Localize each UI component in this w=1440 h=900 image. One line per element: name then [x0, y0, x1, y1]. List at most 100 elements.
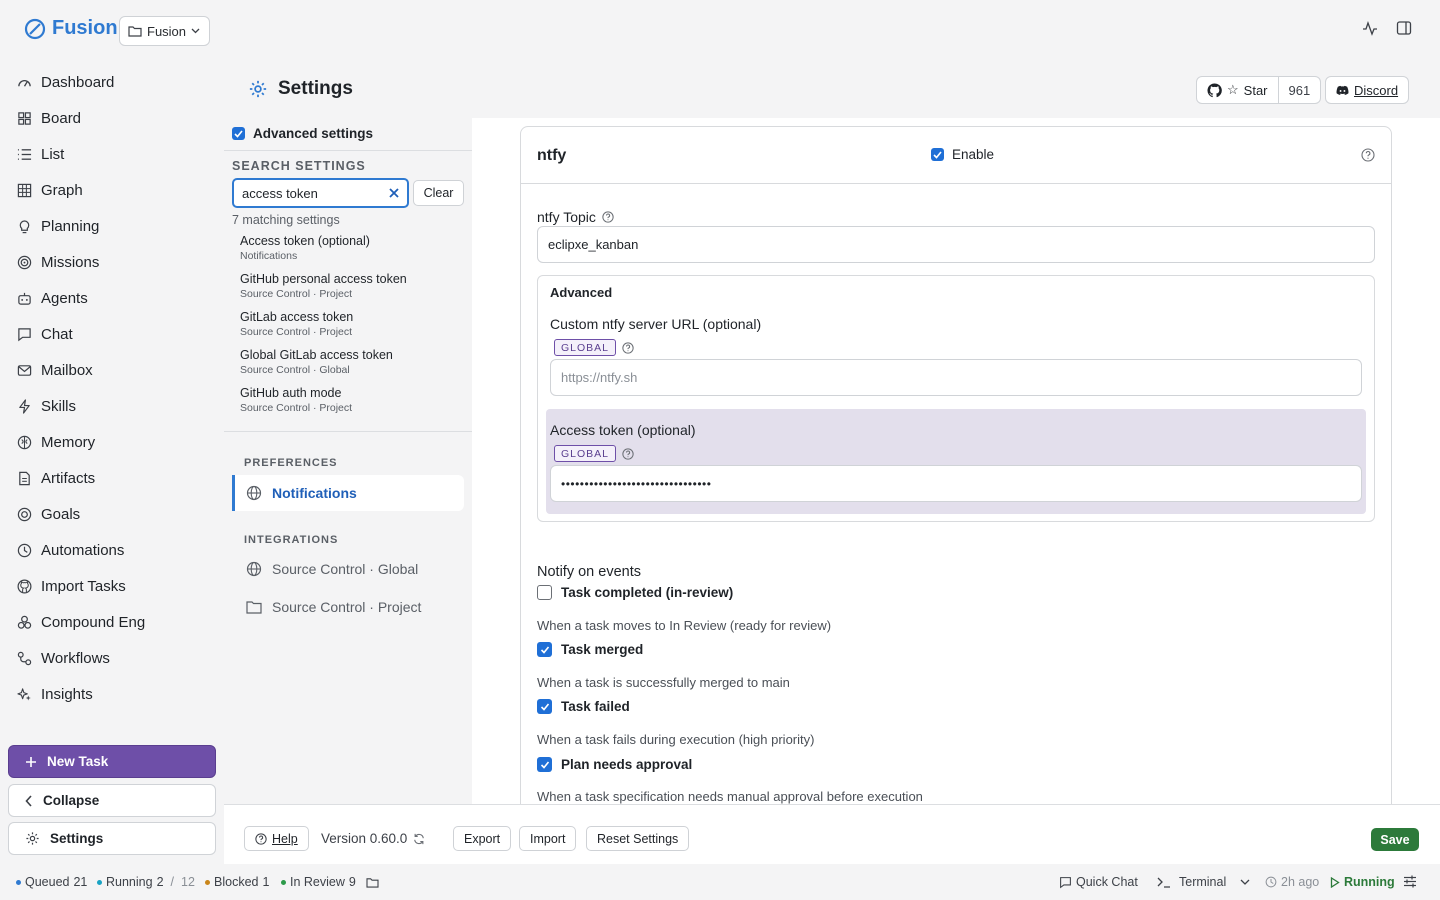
status-queued[interactable]: Queued 21	[16, 875, 87, 889]
nav-item-agents[interactable]: Agents	[16, 280, 206, 316]
status-blocked[interactable]: Blocked 1	[205, 875, 269, 889]
main-area: Settings ☆ Star 961 Discord Advanced set…	[224, 64, 1440, 864]
nav-item-dashboard[interactable]: Dashboard	[16, 64, 206, 100]
settings-nav-notifications[interactable]: Notifications	[232, 475, 464, 511]
nav-item-chat[interactable]: Chat	[16, 316, 206, 352]
settings-nav-source-control-global[interactable]: Source Control · Global	[232, 551, 464, 587]
refresh-icon[interactable]	[413, 833, 425, 845]
graph-icon	[16, 182, 32, 198]
running-label: Running	[106, 875, 153, 889]
search-settings-heading: SEARCH SETTINGS	[232, 159, 366, 173]
help-circle-icon[interactable]	[602, 211, 614, 223]
gear-icon	[248, 79, 268, 99]
settings-content: ntfy Enable ntfy Topic eclipxe_kanban Ad…	[472, 118, 1440, 804]
search-result-item[interactable]: GitHub personal access token Source Contr…	[240, 272, 407, 310]
discord-link[interactable]: Discord	[1325, 76, 1410, 104]
nav-item-artifacts[interactable]: Artifacts	[16, 460, 206, 496]
star-glyph-icon: ☆	[1227, 82, 1239, 97]
save-button[interactable]: Save	[1371, 828, 1419, 851]
event-task-completed[interactable]: Task completed (in-review)	[537, 585, 733, 600]
checkbox-checked-icon[interactable]	[232, 127, 245, 140]
topic-input[interactable]: eclipxe_kanban	[537, 226, 1375, 263]
checkbox-checked-icon[interactable]	[537, 642, 552, 657]
nav-item-board[interactable]: Board	[16, 100, 206, 136]
event-task-failed[interactable]: Task failed	[537, 699, 630, 714]
nav-item-automations[interactable]: Automations	[16, 532, 206, 568]
status-bar: Queued 21 Running 2 / 12 Blocked 1 In Re…	[0, 864, 1440, 900]
search-result-item[interactable]: GitLab access token Source Control · Proj…	[240, 310, 407, 348]
access-token-input[interactable]: ••••••••••••••••••••••••••••••••	[550, 465, 1362, 502]
checkbox-unchecked-icon[interactable]	[537, 585, 552, 600]
nav-item-graph[interactable]: Graph	[16, 172, 206, 208]
project-selector[interactable]: Fusion	[119, 16, 210, 46]
terminal-icon	[1157, 876, 1171, 888]
global-badge: GLOBAL	[554, 339, 617, 356]
github-star-part[interactable]: ☆ Star	[1197, 77, 1279, 103]
queued-count: 21	[73, 875, 88, 889]
nav-item-compound-eng[interactable]: Compound Eng	[16, 604, 206, 640]
status-in-review[interactable]: In Review 9	[281, 875, 379, 889]
zap-icon	[16, 398, 32, 414]
queued-label: Queued	[25, 875, 70, 889]
status-running[interactable]: Running 2 / 12	[97, 875, 195, 889]
new-task-button[interactable]: New Task	[8, 745, 216, 778]
nav-item-workflows[interactable]: Workflows	[16, 640, 206, 676]
quick-chat-button[interactable]: Quick Chat	[1059, 875, 1138, 889]
help-circle-icon[interactable]	[1361, 148, 1375, 162]
event-task-merged[interactable]: Task merged	[537, 642, 643, 657]
nav-item-goals[interactable]: Goals	[16, 496, 206, 532]
advanced-settings-toggle[interactable]: Advanced settings	[232, 126, 373, 141]
checkbox-checked-icon[interactable]	[537, 757, 552, 772]
settings-footer: Help Version 0.60.0 Export Import Reset …	[224, 804, 1440, 864]
checkbox-checked-icon[interactable]	[537, 699, 552, 714]
search-result-item[interactable]: GitHub auth mode Source Control · Project	[240, 386, 407, 424]
last-update-text: 2h ago	[1281, 875, 1320, 889]
nav-item-insights[interactable]: Insights	[16, 676, 206, 712]
search-input[interactable]: access token	[232, 178, 409, 208]
terminal-button[interactable]: Terminal	[1157, 875, 1250, 889]
search-result-item[interactable]: Access token (optional) Notifications	[240, 234, 407, 272]
settings-sidebar: Advanced settings SEARCH SETTINGS access…	[224, 118, 472, 804]
nav-item-skills[interactable]: Skills	[16, 388, 206, 424]
chevron-down-icon[interactable]	[1240, 879, 1250, 885]
checkbox-checked-icon[interactable]	[931, 148, 944, 161]
nav-item-memory[interactable]: Memory	[16, 424, 206, 460]
nav-item-list[interactable]: List	[16, 136, 206, 172]
server-url-placeholder[interactable]: https://ntfy.sh	[561, 370, 637, 385]
highlighted-access-token-setting: Access token (optional) GLOBAL •••••••••…	[546, 409, 1366, 514]
event-label: Task failed	[561, 699, 630, 714]
sidebar-toggle-icon[interactable]	[1396, 20, 1412, 36]
import-button[interactable]: Import	[519, 826, 577, 851]
settings-nav-source-control-project[interactable]: Source Control · Project	[232, 589, 464, 625]
access-token-value[interactable]: ••••••••••••••••••••••••••••••••	[561, 477, 711, 491]
help-button[interactable]: Help	[244, 826, 309, 851]
github-star-button[interactable]: ☆ Star 961	[1196, 76, 1322, 104]
folder-icon[interactable]	[366, 877, 379, 888]
help-circle-icon[interactable]	[622, 447, 634, 460]
nav-item-planning[interactable]: Planning	[16, 208, 206, 244]
collapse-button[interactable]: Collapse	[8, 784, 216, 817]
engine-status[interactable]: Running	[1330, 875, 1395, 889]
brand-logo[interactable]: Fusion	[24, 17, 118, 40]
settings-nav-button[interactable]: Settings	[8, 822, 216, 855]
ntfy-enable-toggle[interactable]: Enable	[931, 147, 994, 162]
nav-item-missions[interactable]: Missions	[16, 244, 206, 280]
lightbulb-icon	[16, 218, 32, 234]
nav-item-mailbox[interactable]: Mailbox	[16, 352, 206, 388]
collapse-label: Collapse	[43, 793, 100, 808]
search-result-item[interactable]: Global GitLab access token Source Control…	[240, 348, 407, 386]
export-button[interactable]: Export	[453, 826, 512, 851]
reset-settings-button[interactable]: Reset Settings	[586, 826, 690, 851]
sliders-icon	[1403, 875, 1417, 888]
activity-icon[interactable]	[1362, 20, 1378, 36]
server-url-input[interactable]: https://ntfy.sh	[550, 359, 1362, 396]
topic-input-value[interactable]: eclipxe_kanban	[548, 237, 638, 252]
clear-button[interactable]: Clear	[413, 180, 464, 206]
search-input-value[interactable]: access token	[242, 186, 318, 201]
clear-search-icon[interactable]	[389, 188, 399, 198]
help-circle-icon[interactable]	[622, 341, 634, 354]
nav-item-import-tasks[interactable]: Import Tasks	[16, 568, 206, 604]
event-plan-needs-approval[interactable]: Plan needs approval	[537, 757, 692, 772]
topic-label: ntfy Topic	[537, 209, 614, 225]
status-settings[interactable]	[1403, 875, 1417, 888]
